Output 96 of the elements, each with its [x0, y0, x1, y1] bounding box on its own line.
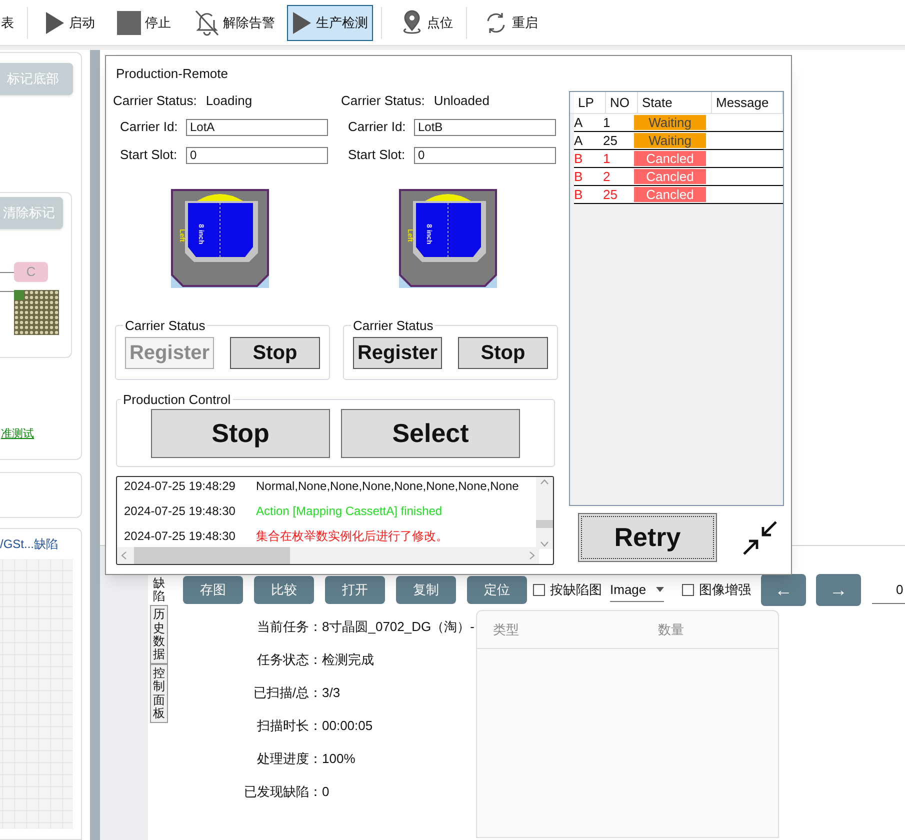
column-header: NO [610, 94, 630, 112]
table-cell-text: B [574, 168, 583, 186]
table-cell-text: 1 [603, 114, 610, 132]
retry-button[interactable]: Retry [578, 513, 717, 562]
field-label: Carrier Status: [341, 92, 425, 110]
bell-off-icon [195, 10, 219, 36]
field-label: Start Slot: [120, 146, 178, 164]
window-title: Production-Remote [116, 66, 228, 81]
log-time: 2024-07-25 19:48:30 [124, 528, 236, 544]
table-cell-text: 2 [603, 168, 610, 186]
table-cell-text: 25 [603, 186, 618, 204]
register-button[interactable]: Register [353, 336, 442, 368]
info-label: 扫描时长： [257, 716, 322, 735]
previous-button[interactable]: ← [761, 574, 806, 606]
tool-button[interactable]: 比较 [254, 576, 314, 604]
tool-button[interactable]: 存图 [183, 576, 243, 604]
next-button[interactable]: → [816, 574, 861, 606]
list-item-text: /GSt...缺陷 [0, 536, 58, 553]
column-header: State [642, 94, 672, 112]
column-header: 数量 [658, 620, 684, 639]
tool-button[interactable]: 定位 [467, 576, 527, 604]
caret-icon [656, 587, 664, 592]
info-value: 00:00:05 [322, 716, 373, 735]
log-time: 2024-07-25 19:48:30 [124, 502, 236, 520]
table-cell-text: B [574, 150, 583, 168]
column-header: 类型 [493, 622, 519, 637]
toolbar-button[interactable]: 表 [0, 4, 19, 40]
field-label: Carrier Id: [348, 118, 407, 136]
table-cell-text: 25 [603, 132, 618, 150]
info-label: 任务状态： [257, 650, 322, 669]
field-label: Carrier Status: [113, 92, 197, 110]
toolbar-button[interactable]: 解除告警 [190, 4, 280, 40]
log-message: 集合在枚举数实例化后进行了修改。 [256, 528, 448, 544]
checkbox[interactable]: 图像增强 [682, 580, 751, 600]
info-label: 已扫描/总： [253, 684, 322, 702]
start-slot-field[interactable]: 0 [186, 146, 328, 164]
toolbar-button[interactable]: 启动 [40, 4, 100, 40]
control-button[interactable]: Stop [151, 409, 330, 458]
info-value: 0 [322, 782, 330, 801]
info-label: 处理进度： [257, 750, 322, 768]
tool-button[interactable]: 复制 [396, 576, 456, 604]
info-label: 已发现缺陷： [244, 782, 322, 801]
log-message: Action [Mapping CassettA] finished [256, 502, 442, 520]
toolbar-button[interactable]: 停止 [112, 4, 176, 40]
toolbar-button[interactable]: 重启 [479, 4, 543, 40]
log-time: 2024-07-25 19:48:29 [124, 478, 236, 494]
field-label: Carrier Id: [120, 118, 179, 136]
group-title: Carrier Status [124, 317, 206, 335]
checkbox[interactable]: 按缺陷图 [533, 580, 602, 600]
play-icon [292, 10, 312, 34]
stop-icon [117, 10, 141, 34]
link[interactable]: 准测试 [1, 426, 81, 442]
status-badge: Cancled [634, 187, 706, 202]
stop-button[interactable]: Stop [230, 336, 320, 368]
status-value: Loading [206, 92, 252, 110]
group-title: Production Control [122, 390, 232, 408]
toolbar-button[interactable]: 生产检测 [287, 4, 373, 40]
info-value: 检测完成 [322, 650, 374, 669]
status-value: Unloaded [434, 92, 490, 110]
control-button[interactable]: Select [341, 409, 520, 458]
column-header: LP [578, 94, 594, 112]
tool-button[interactable]: 打开 [325, 576, 385, 604]
vertical-scrollbar[interactable] [536, 477, 553, 549]
table-cell-text: A [574, 132, 583, 150]
location-pin-icon [401, 10, 423, 36]
stop-button[interactable]: Stop [458, 336, 548, 368]
status-badge: Cancled [634, 151, 706, 166]
info-value: 3/3 [322, 684, 340, 702]
info-value: 8寸晶圆_0702_DG（淘）- [322, 618, 474, 636]
vertical-tab[interactable]: 历史数据 [150, 605, 168, 664]
collapse-icon[interactable] [741, 519, 779, 557]
status-badge: Cancled [634, 169, 706, 184]
table-cell-text: B [574, 186, 583, 204]
status-badge: Waiting [634, 133, 706, 148]
play-icon [45, 10, 65, 34]
badge: C [14, 262, 48, 282]
carrier-id-field[interactable]: LotB [414, 118, 556, 136]
info-label: 当前任务： [257, 618, 322, 636]
start-slot-field[interactable]: 0 [414, 146, 556, 164]
log-message: Normal,None,None,None,None,None,None,None [256, 478, 519, 494]
column-header: Message [716, 94, 769, 112]
number-field[interactable]: 0 [872, 576, 905, 604]
table-cell-text: 1 [603, 150, 610, 168]
scrollbar-thumb[interactable] [134, 547, 290, 564]
vertical-tab[interactable]: 缺陷 [150, 575, 168, 606]
field-label: Start Slot: [348, 146, 406, 164]
status-badge: Waiting [634, 115, 706, 130]
scrollbar-thumb[interactable] [536, 520, 553, 528]
info-value: 100% [322, 750, 356, 768]
toolbar-button[interactable]: 点位 [396, 4, 458, 40]
vertical-tab[interactable]: 控制面板 [150, 664, 168, 723]
dropdown[interactable]: Image [610, 578, 664, 602]
horizontal-scrollbar[interactable] [117, 547, 539, 564]
carrier-id-field[interactable]: LotA [186, 118, 328, 136]
group-title: Carrier Status [352, 317, 434, 335]
table-cell-text: A [574, 114, 583, 132]
